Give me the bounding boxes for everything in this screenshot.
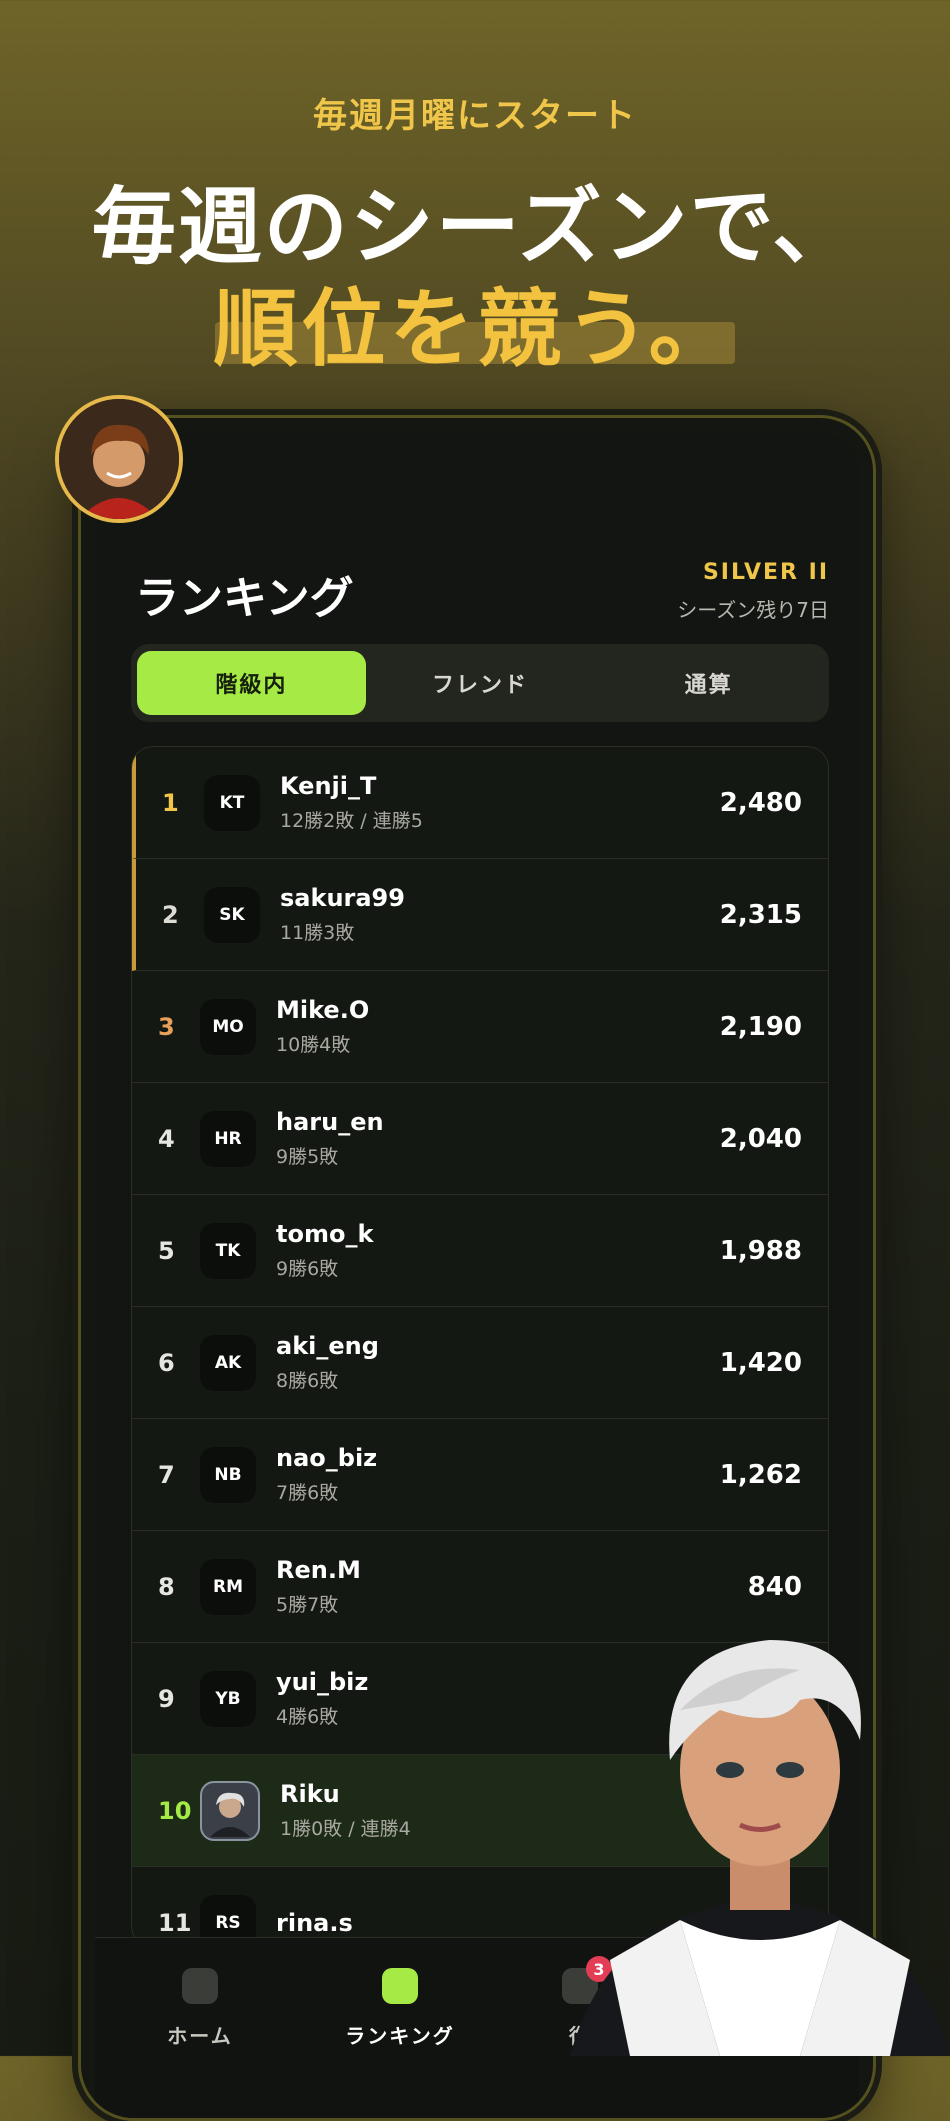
rank-number: 2 xyxy=(162,900,179,929)
rank-number: 8 xyxy=(158,1572,175,1601)
user-score: 2,480 xyxy=(719,787,802,818)
ranking-row[interactable]: 6 AK aki_eng 8勝6敗 1,420 xyxy=(132,1307,828,1419)
user-record: 11勝3敗 xyxy=(280,922,355,944)
user-name: haru_en xyxy=(276,1108,384,1136)
user-avatar-icon xyxy=(200,1780,260,1841)
rank-number: 10 xyxy=(158,1796,192,1825)
user-name: nao_biz xyxy=(276,1444,378,1472)
user-name: Kenji_T xyxy=(280,772,377,800)
rank-number: 5 xyxy=(158,1236,175,1265)
user-score: 1,988 xyxy=(719,1235,802,1266)
user-initials: NB xyxy=(200,1446,256,1503)
season-remaining: シーズン残り7日 xyxy=(677,598,829,622)
user-record: 10勝4敗 xyxy=(276,1034,351,1056)
nav-home[interactable]: ホーム xyxy=(125,1968,275,2049)
mascot-avatar-icon xyxy=(55,395,183,523)
user-name: aki_eng xyxy=(276,1332,379,1360)
rank-number: 9 xyxy=(158,1684,175,1713)
user-name: Mike.O xyxy=(276,996,370,1024)
ranking-tabs: 階級内 フレンド 通算 xyxy=(131,644,829,722)
tab-overall[interactable]: 通算 xyxy=(594,651,823,715)
tab-class[interactable]: 階級内 xyxy=(137,651,366,715)
ranking-row[interactable]: 3 MO Mike.O 10勝4敗 2,190 xyxy=(132,971,828,1083)
rank-number: 7 xyxy=(158,1460,175,1489)
user-record: 12勝2敗 / 連勝5 xyxy=(280,810,423,832)
promo-headline-2: 順位を競う。 xyxy=(213,280,737,378)
user-record: 9勝6敗 xyxy=(276,1258,339,1280)
user-record: 5勝7敗 xyxy=(276,1594,339,1616)
ranking-row[interactable]: 2 SK sakura99 11勝3敗 2,315 xyxy=(132,859,828,971)
user-score: 840 xyxy=(747,1571,802,1602)
user-initials: MO xyxy=(200,998,256,1055)
user-initials: RM xyxy=(200,1558,256,1615)
ranking-row[interactable]: 7 NB nao_biz 7勝6敗 1,262 xyxy=(132,1419,828,1531)
tab-friends[interactable]: フレンド xyxy=(366,651,595,715)
ranking-row[interactable]: 1 KT Kenji_T 12勝2敗 / 連勝5 2,480 xyxy=(132,747,828,859)
nav-home-label: ホーム xyxy=(167,2024,233,2048)
user-initials: AK xyxy=(200,1334,256,1391)
nav-ranking[interactable]: ランキング xyxy=(325,1968,475,2049)
ranking-row[interactable]: 4 HR haru_en 9勝5敗 2,040 xyxy=(132,1083,828,1195)
nav-ranking-label: ランキング xyxy=(345,2024,455,2048)
user-score: 2,190 xyxy=(719,1011,802,1042)
user-score: 2,315 xyxy=(719,899,802,930)
promo-tagline: 毎週月曜にスタート xyxy=(313,96,637,136)
user-initials: HR xyxy=(200,1110,256,1167)
user-score: 2,040 xyxy=(719,1123,802,1154)
rank-number: 6 xyxy=(158,1348,175,1377)
user-initials: YB xyxy=(200,1670,256,1727)
rank-number: 11 xyxy=(158,1908,192,1937)
home-icon xyxy=(182,1968,218,2004)
user-record: 7勝6敗 xyxy=(276,1482,339,1504)
user-name: sakura99 xyxy=(280,884,405,912)
mascot-character-icon xyxy=(570,1620,950,2056)
user-name: Ren.M xyxy=(276,1556,361,1584)
rank-number: 3 xyxy=(158,1012,175,1041)
user-initials: TK xyxy=(200,1222,256,1279)
user-name: tomo_k xyxy=(276,1220,374,1248)
user-score: 1,262 xyxy=(719,1459,802,1490)
rank-number: 4 xyxy=(158,1124,175,1153)
page-title: ランキング xyxy=(135,573,354,624)
rank-number: 1 xyxy=(162,788,179,817)
ranking-icon xyxy=(382,1968,418,2004)
user-initials: KT xyxy=(204,774,260,831)
user-score: 1,420 xyxy=(719,1347,802,1378)
rank-tier-badge: SILVER II xyxy=(702,560,829,585)
user-initials: SK xyxy=(204,886,260,943)
user-record: 9勝5敗 xyxy=(276,1146,339,1168)
ranking-row[interactable]: 5 TK tomo_k 9勝6敗 1,988 xyxy=(132,1195,828,1307)
user-record: 8勝6敗 xyxy=(276,1370,339,1392)
